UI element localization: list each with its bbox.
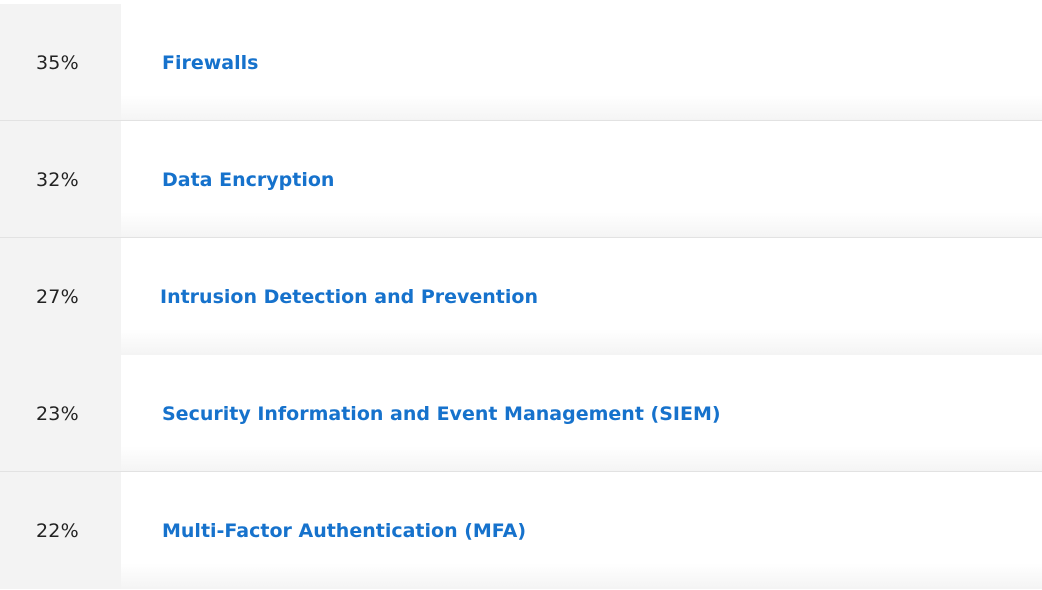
label-cell: Multi-Factor Authentication (MFA) [121, 472, 1042, 589]
percent-value: 35% [36, 51, 79, 74]
percent-cell: 23% [0, 355, 121, 472]
percent-value: 32% [36, 168, 79, 191]
list-item: 32% Data Encryption [0, 121, 1042, 238]
percent-value: 22% [36, 519, 79, 542]
percent-cell: 22% [0, 472, 121, 589]
item-link-data-encryption[interactable]: Data Encryption [162, 169, 334, 191]
label-cell: Firewalls [121, 4, 1042, 121]
percent-cell: 32% [0, 121, 121, 238]
label-cell: Intrusion Detection and Prevention [121, 238, 1042, 355]
percent-cell: 27% [0, 238, 121, 355]
item-link-mfa[interactable]: Multi-Factor Authentication (MFA) [162, 520, 526, 542]
item-link-intrusion-detection[interactable]: Intrusion Detection and Prevention [160, 286, 538, 308]
list-item: 22% Multi-Factor Authentication (MFA) [0, 472, 1042, 589]
label-cell: Security Information and Event Managemen… [121, 355, 1042, 472]
percent-cell: 35% [0, 4, 121, 121]
item-link-firewalls[interactable]: Firewalls [162, 52, 258, 74]
item-link-siem[interactable]: Security Information and Event Managemen… [162, 403, 721, 425]
list-item: 27% Intrusion Detection and Prevention [0, 238, 1042, 355]
percent-value: 27% [36, 285, 79, 308]
percent-value: 23% [36, 402, 79, 425]
label-cell: Data Encryption [121, 121, 1042, 238]
ranked-list: 35% Firewalls 32% Data Encryption 27% In… [0, 0, 1042, 590]
list-item: 35% Firewalls [0, 4, 1042, 121]
list-item: 23% Security Information and Event Manag… [0, 355, 1042, 472]
